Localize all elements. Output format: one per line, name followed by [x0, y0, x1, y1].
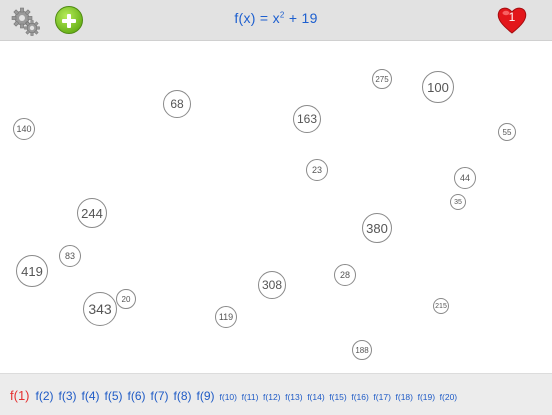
function-list: f(1) f(2) f(3) f(4) f(5) f(6) f(7) f(8) f(9) f(10… [0, 388, 552, 403]
number-bubble[interactable]: 35 [450, 194, 466, 210]
number-bubble[interactable]: 419 [16, 255, 48, 287]
function-item[interactable]: f(1) [10, 388, 30, 403]
function-item[interactable]: f(17) [373, 392, 390, 402]
function-item[interactable]: f(19) [418, 392, 435, 402]
number-bubble[interactable]: 140 [13, 118, 35, 140]
number-bubble[interactable]: 188 [352, 340, 372, 360]
number-bubble[interactable]: 380 [362, 213, 392, 243]
function-item[interactable]: f(15) [329, 392, 346, 402]
function-item[interactable]: f(18) [396, 392, 413, 402]
function-item[interactable]: f(13) [285, 392, 302, 402]
number-bubble[interactable]: 308 [258, 271, 286, 299]
number-bubble[interactable]: 55 [498, 123, 516, 141]
number-bubble[interactable]: 215 [433, 298, 449, 314]
function-item[interactable]: f(5) [105, 389, 123, 403]
function-item[interactable]: f(12) [263, 392, 280, 402]
function-item[interactable]: f(2) [36, 389, 54, 403]
function-item[interactable]: f(8) [174, 389, 192, 403]
number-bubble[interactable]: 163 [293, 105, 321, 133]
number-bubble[interactable]: 83 [59, 245, 81, 267]
lives-count: 1 [508, 10, 516, 24]
function-item[interactable]: f(6) [128, 389, 146, 403]
top-bar: f(x) = x2 + 19 1 [0, 0, 552, 41]
number-bubble[interactable]: 244 [77, 198, 107, 228]
function-bar: f(1) f(2) f(3) f(4) f(5) f(6) f(7) f(8) f(9) f(10… [0, 373, 552, 415]
number-bubble[interactable]: 100 [422, 71, 454, 103]
function-item[interactable]: f(20) [440, 392, 457, 402]
function-item[interactable]: f(11) [242, 392, 259, 402]
number-bubble[interactable]: 68 [163, 90, 191, 118]
function-item[interactable]: f(7) [151, 389, 169, 403]
function-item[interactable]: f(14) [307, 392, 324, 402]
function-item[interactable]: f(4) [82, 389, 100, 403]
function-item[interactable]: f(10) [220, 392, 237, 402]
number-bubble[interactable]: 275 [372, 69, 392, 89]
number-bubble[interactable]: 343 [83, 292, 117, 326]
function-item[interactable]: f(3) [59, 389, 77, 403]
function-title: f(x) = x2 + 19 [234, 10, 318, 26]
function-item[interactable]: f(9) [197, 389, 215, 403]
number-bubble[interactable]: 23 [306, 159, 328, 181]
number-bubble[interactable]: 20 [116, 289, 136, 309]
number-bubble[interactable]: 119 [215, 306, 237, 328]
number-bubble[interactable]: 44 [454, 167, 476, 189]
function-item[interactable]: f(16) [351, 392, 368, 402]
number-bubble[interactable]: 28 [334, 264, 356, 286]
